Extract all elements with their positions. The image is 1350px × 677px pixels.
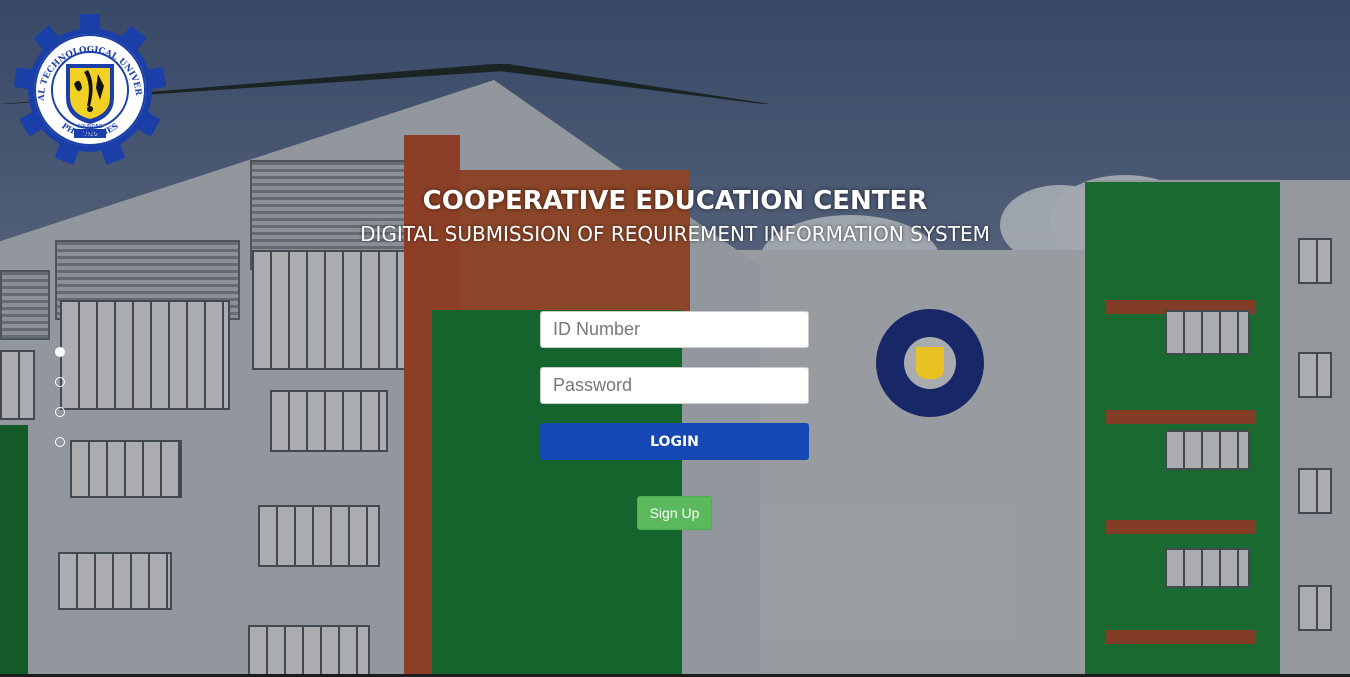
password-input[interactable] — [540, 367, 809, 404]
login-form: LOGIN — [540, 311, 809, 460]
id-number-input[interactable] — [540, 311, 809, 348]
university-logo: 1969 FOUNDED RIZAL TECHNOLOGICAL UNIVERS… — [13, 14, 167, 166]
carousel-dot-3[interactable] — [55, 407, 65, 417]
carousel-indicators — [55, 347, 65, 467]
university-seal-icon: 1969 FOUNDED RIZAL TECHNOLOGICAL UNIVERS… — [13, 14, 167, 165]
carousel-dot-2[interactable] — [55, 377, 65, 387]
login-button[interactable]: LOGIN — [540, 423, 809, 460]
page-subtitle: DIGITAL SUBMISSION OF REQUIREMENT INFORM… — [360, 222, 990, 246]
header-titles: COOPERATIVE EDUCATION CENTER DIGITAL SUB… — [0, 186, 1350, 246]
carousel-dot-1[interactable] — [55, 347, 65, 357]
carousel-dot-4[interactable] — [55, 437, 65, 447]
sign-up-button[interactable]: Sign Up — [637, 496, 712, 530]
page-title: COOPERATIVE EDUCATION CENTER — [422, 186, 928, 216]
